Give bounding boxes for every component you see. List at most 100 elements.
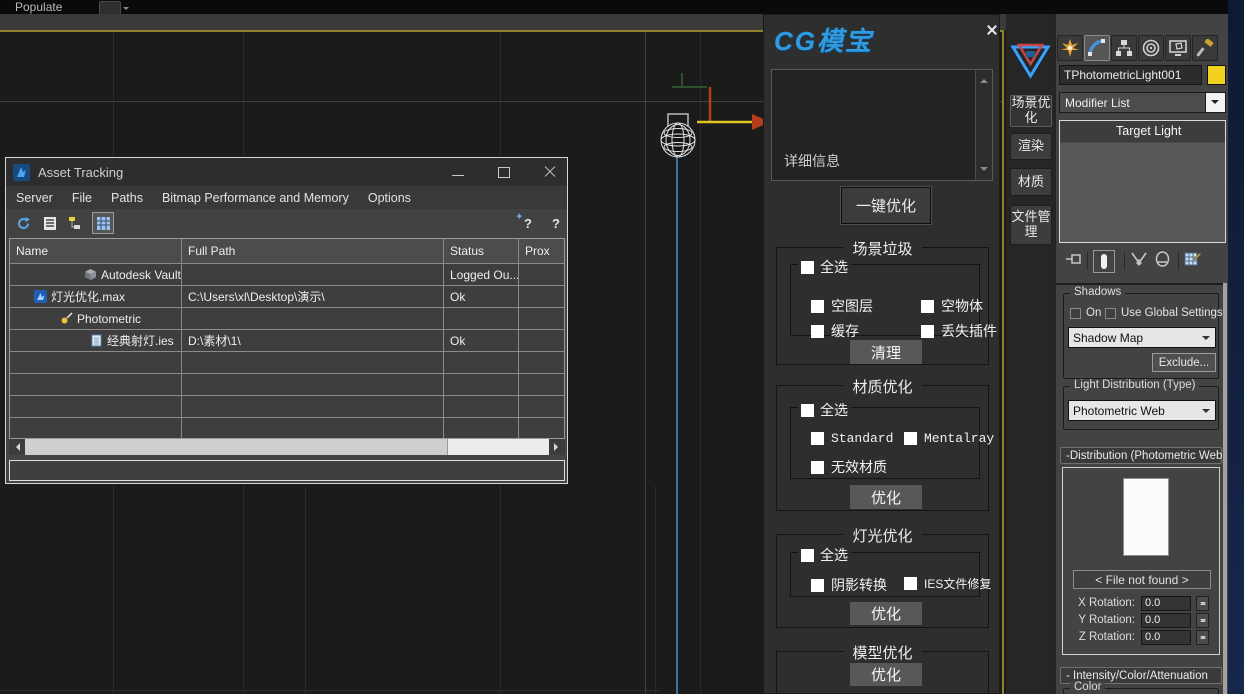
menu-file[interactable]: File — [72, 191, 92, 205]
table-row-empty[interactable] — [10, 396, 564, 418]
table-row[interactable]: Autodesk Vault Logged Ou... — [10, 264, 564, 286]
cache-checkbox[interactable] — [811, 325, 824, 338]
panel-scrollbar[interactable] — [1223, 283, 1227, 694]
z-rotation-spinner[interactable] — [1196, 630, 1209, 645]
column-name[interactable]: Name — [10, 239, 182, 263]
asset-tracking-dialog: Asset Tracking Server File Paths Bitmap … — [5, 157, 568, 484]
use-global-settings-checkbox[interactable] — [1105, 308, 1116, 319]
tab-render[interactable]: 渲染 — [1010, 133, 1052, 160]
scene-junk-title: 场景垃圾 — [843, 238, 921, 259]
ies-repair-checkbox[interactable] — [904, 577, 917, 590]
scroll-left-icon[interactable] — [9, 439, 25, 455]
scroll-right-icon[interactable] — [549, 439, 565, 455]
file-not-found-button[interactable]: < File not found > — [1073, 570, 1211, 589]
table-row-empty[interactable] — [10, 418, 564, 439]
asset-table: Name Full Path Status Prox Autodesk Vaul… — [9, 238, 565, 439]
asset-status: Logged Ou... — [444, 264, 519, 285]
distribution-rollout-header[interactable]: -Distribution (Photometric Web) — [1060, 447, 1222, 464]
modifier-list-dropdown[interactable]: Modifier List — [1059, 92, 1226, 113]
empty-layer-checkbox[interactable] — [811, 300, 824, 313]
clean-button[interactable]: 清理 — [850, 340, 922, 364]
minimize-icon[interactable] — [450, 164, 466, 180]
y-rotation-field[interactable]: 0.0 — [1141, 613, 1191, 628]
tab-material[interactable]: 材质 — [1010, 168, 1052, 196]
menu-populate[interactable]: Populate — [15, 0, 62, 14]
object-color-swatch[interactable] — [1207, 65, 1226, 85]
shadow-convert-checkbox[interactable] — [811, 579, 824, 592]
report-view-icon[interactable] — [39, 212, 61, 234]
standard-checkbox[interactable] — [811, 432, 824, 445]
close-icon[interactable] — [542, 164, 558, 180]
menu-options[interactable]: Options — [368, 191, 411, 205]
column-prox[interactable]: Prox — [519, 239, 564, 263]
horizontal-scrollbar[interactable] — [9, 439, 565, 455]
select-all-checkbox[interactable] — [801, 404, 814, 417]
shadows-on-checkbox[interactable] — [1070, 308, 1081, 319]
scroll-down-icon[interactable] — [980, 167, 988, 175]
utilities-tab-icon[interactable] — [1192, 35, 1218, 61]
shadow-map-dropdown[interactable]: Shadow Map — [1068, 327, 1216, 348]
x-rotation-field[interactable]: 0.0 — [1141, 596, 1191, 611]
remove-modifier-icon[interactable] — [1155, 251, 1170, 272]
column-status[interactable]: Status — [444, 239, 519, 263]
light-optimize-button[interactable]: 优化 — [850, 602, 922, 625]
mentalray-checkbox[interactable] — [904, 432, 917, 445]
flyout-button[interactable] — [99, 1, 121, 15]
configure-modifier-sets-icon[interactable] — [1184, 251, 1201, 272]
stack-item-target-light[interactable]: Target Light — [1060, 121, 1225, 143]
hierarchy-tab-icon[interactable] — [1111, 35, 1137, 61]
display-tab-icon[interactable] — [1165, 35, 1191, 61]
select-all-checkbox[interactable] — [801, 261, 814, 274]
z-rotation-field[interactable]: 0.0 — [1141, 630, 1191, 645]
details-scrollbar[interactable] — [975, 70, 992, 180]
tab-scene-optimize[interactable]: 场景优化 — [1010, 95, 1052, 127]
pin-stack-icon[interactable] — [1066, 252, 1082, 271]
make-unique-icon[interactable] — [1130, 251, 1148, 272]
light-optimize-group: 灯光优化 全选 阴影转换 IES文件修复 优化 — [776, 534, 989, 628]
missing-plugin-checkbox[interactable] — [921, 325, 934, 338]
motion-tab-icon[interactable] — [1138, 35, 1164, 61]
table-row-empty[interactable] — [10, 352, 564, 374]
model-optimize-title: 模型优化 — [843, 642, 921, 663]
maximize-icon[interactable] — [495, 164, 511, 180]
x-rotation-spinner[interactable] — [1196, 596, 1209, 611]
scrollbar-thumb[interactable] — [25, 439, 448, 455]
shadows-legend: Shadows — [1070, 286, 1125, 298]
max-app-icon — [13, 164, 30, 181]
details-box: 详细信息 — [771, 69, 993, 181]
table-row[interactable]: 灯光优化.max C:\Users\xl\Desktop\演示\ Ok — [10, 286, 564, 308]
chevron-down-icon[interactable] — [1205, 93, 1225, 112]
tab-file-manage[interactable]: 文件管理 — [1010, 205, 1052, 245]
distribution-type-dropdown[interactable]: Photometric Web — [1068, 400, 1216, 421]
help-mode-icon[interactable]: ?✦ — [517, 212, 539, 234]
help-icon[interactable]: ? — [545, 212, 567, 234]
details-label: 详细信息 — [784, 151, 840, 171]
photometric-light-object[interactable] — [630, 37, 780, 694]
column-full-path[interactable]: Full Path — [182, 239, 444, 263]
table-row-empty[interactable] — [10, 374, 564, 396]
exclude-button[interactable]: Exclude... — [1152, 353, 1216, 372]
hierarchy-view-icon[interactable] — [65, 212, 87, 234]
menu-bitmap-performance[interactable]: Bitmap Performance and Memory — [162, 191, 349, 205]
material-optimize-button[interactable]: 优化 — [850, 485, 922, 509]
invalid-material-checkbox[interactable] — [811, 461, 824, 474]
dialog-title-bar[interactable]: Asset Tracking — [6, 158, 567, 186]
y-rotation-spinner[interactable] — [1196, 613, 1209, 628]
table-row[interactable]: 经典射灯.ies D:\素材\1\ Ok — [10, 330, 564, 352]
create-tab-icon[interactable] — [1057, 35, 1083, 61]
one-click-optimize-button[interactable]: 一键优化 — [841, 187, 931, 224]
menu-paths[interactable]: Paths — [111, 191, 143, 205]
scroll-up-icon[interactable] — [980, 75, 988, 83]
table-view-icon[interactable] — [92, 212, 114, 234]
object-name-field[interactable]: TPhotometricLight001 — [1059, 65, 1202, 85]
model-optimize-button[interactable]: 优化 — [850, 663, 922, 686]
show-end-result-icon[interactable] — [1093, 250, 1115, 273]
menu-server[interactable]: Server — [16, 191, 53, 205]
table-row[interactable]: Photometric — [10, 308, 564, 330]
close-icon[interactable] — [985, 23, 999, 37]
empty-object-checkbox[interactable] — [921, 300, 934, 313]
refresh-icon[interactable] — [12, 212, 34, 234]
select-all-checkbox[interactable] — [801, 549, 814, 562]
asset-status: Ok — [444, 330, 519, 351]
modify-tab-icon[interactable] — [1084, 35, 1110, 61]
